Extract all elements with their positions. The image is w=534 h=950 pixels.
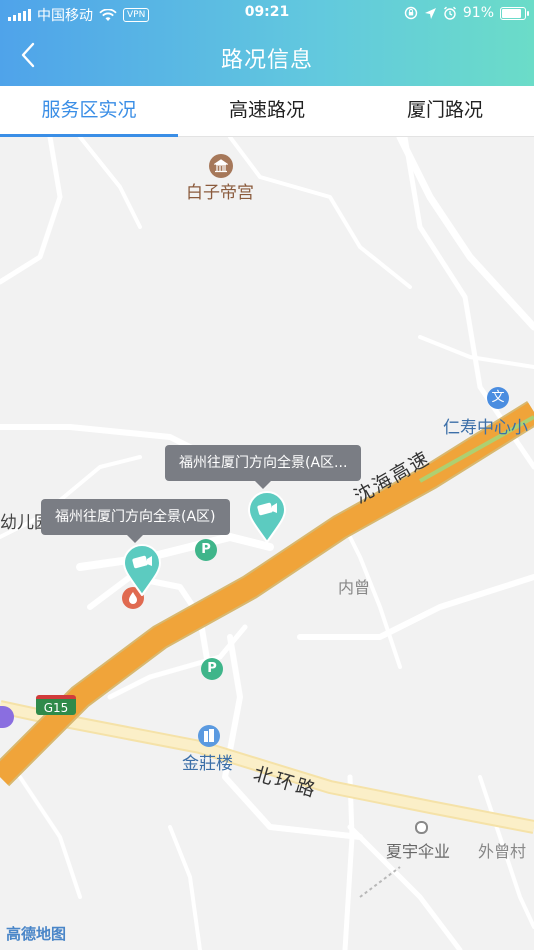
status-bar: 中国移动 VPN 09:21 91% bbox=[0, 0, 534, 28]
camera-callout[interactable]: 福州往厦门方向全景(A区... bbox=[165, 445, 362, 489]
app-header: 中国移动 VPN 09:21 91% 路况信息 bbox=[0, 0, 534, 86]
battery-icon bbox=[500, 6, 529, 20]
alarm-icon bbox=[443, 6, 456, 20]
tab-bar: 服务区实况 高速路况 厦门路况 bbox=[0, 86, 534, 137]
building-icon bbox=[198, 725, 220, 747]
temple-icon bbox=[209, 154, 233, 178]
tab-service-area[interactable]: 服务区实况 bbox=[0, 86, 178, 137]
rotation-lock-icon bbox=[404, 6, 418, 20]
camera-pin-icon[interactable] bbox=[122, 544, 162, 596]
poi-dot-icon bbox=[415, 821, 428, 834]
school-icon: 文 bbox=[487, 387, 509, 409]
area-label-waizeng: 外曾村 bbox=[478, 842, 527, 861]
poi-label-baizi: 白子帝宫 bbox=[186, 183, 254, 203]
area-label-neizeng: 内曾 bbox=[338, 578, 371, 597]
parking-icon: P bbox=[201, 658, 223, 680]
camera-callout[interactable]: 福州往厦门方向全景(A区) bbox=[41, 499, 230, 543]
map-view[interactable]: 白子帝宫 文 仁寿中心小 幼儿园 内曾 金莊楼 夏宇伞业 外曾村 沈海高速 北环… bbox=[0, 137, 534, 950]
map-roads bbox=[0, 137, 534, 950]
amap-logo: 高德地图 bbox=[6, 925, 67, 943]
highway-shield: G15 bbox=[36, 695, 76, 715]
poi-label-xiayu: 夏宇伞业 bbox=[386, 842, 451, 861]
poi-label-renshou: 仁寿中心小 bbox=[443, 418, 528, 438]
tab-highway[interactable]: 高速路况 bbox=[178, 86, 356, 136]
tab-xiamen[interactable]: 厦门路况 bbox=[356, 86, 534, 136]
parking-icon: P bbox=[195, 539, 217, 561]
page-title: 路况信息 bbox=[220, 48, 313, 73]
camera-pin-icon[interactable] bbox=[247, 491, 287, 543]
location-arrow-icon bbox=[424, 7, 436, 19]
poi-label-jinzhuang: 金莊楼 bbox=[182, 754, 233, 774]
battery-percent: 91% bbox=[462, 5, 494, 21]
